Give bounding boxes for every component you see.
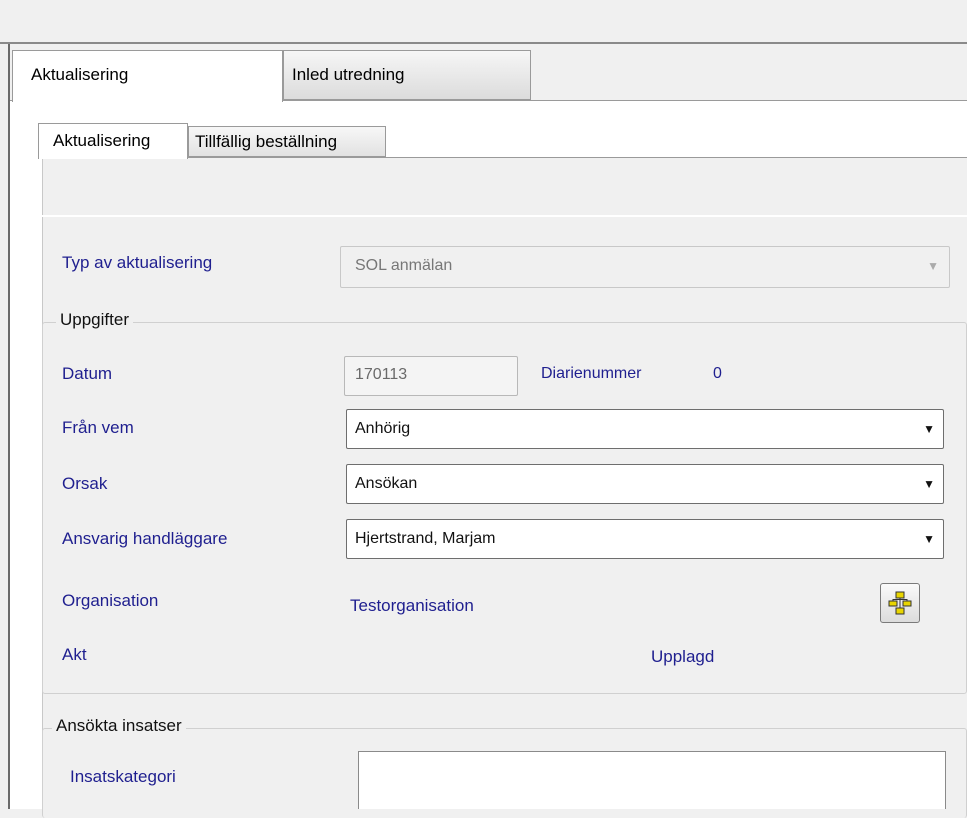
insatskategori-label: Insatskategori <box>70 767 176 786</box>
tab-aktualisering[interactable]: Aktualisering <box>12 50 283 102</box>
diarienummer-label: Diarienummer <box>541 365 642 382</box>
diarienummer-value: 0 <box>713 365 722 382</box>
typ-label: Typ av aktualisering <box>62 253 213 272</box>
fran-vem-label: Från vem <box>62 418 134 437</box>
datum-label: Datum <box>62 364 113 383</box>
chevron-down-icon: ▼ <box>923 422 935 436</box>
ansokta-title: Ansökta insatser <box>52 716 186 736</box>
handlaggare-label: Ansvarig handläggare <box>62 529 228 548</box>
typ-select-value: SOL anmälan <box>355 257 453 274</box>
organisation-label: Organisation <box>62 591 159 610</box>
chevron-down-icon: ▼ <box>927 259 939 273</box>
inner-tab-aktualisering-label: Aktualisering <box>53 131 151 150</box>
organisation-value: Testorganisation <box>350 596 474 615</box>
org-tree-icon <box>888 591 912 615</box>
org-tree-button[interactable] <box>880 583 920 623</box>
orsak-select[interactable]: Ansökan ▼ <box>346 464 944 504</box>
datum-input[interactable]: 170113 <box>344 356 518 396</box>
akt-label: Akt <box>62 645 87 664</box>
tab-inled-utredning[interactable]: Inled utredning <box>283 50 531 100</box>
orsak-label: Orsak <box>62 474 108 493</box>
handlaggare-value: Hjertstrand, Marjam <box>355 530 496 547</box>
uppgifter-title: Uppgifter <box>56 310 133 330</box>
akt-value: Upplagd <box>651 647 715 666</box>
inner-tab-tillfallig-label: Tillfällig beställning <box>195 132 338 151</box>
chevron-down-icon: ▼ <box>923 477 935 491</box>
tab-inled-utredning-label: Inled utredning <box>292 65 405 84</box>
tab-aktualisering-label: Aktualisering <box>31 65 129 84</box>
fran-vem-select[interactable]: Anhörig ▼ <box>346 409 944 449</box>
inner-tab-tillfallig-bestallning[interactable]: Tillfällig beställning <box>188 126 386 157</box>
inner-tab-aktualisering[interactable]: Aktualisering <box>38 123 188 159</box>
chevron-down-icon: ▼ <box>923 532 935 546</box>
orsak-value: Ansökan <box>355 475 418 492</box>
typ-select[interactable]: SOL anmälan ▼ <box>340 246 950 288</box>
handlaggare-select[interactable]: Hjertstrand, Marjam ▼ <box>346 519 944 559</box>
insatskategori-list[interactable] <box>358 751 946 809</box>
fran-vem-value: Anhörig <box>355 420 411 437</box>
datum-value: 170113 <box>355 366 408 383</box>
divider <box>42 215 967 217</box>
